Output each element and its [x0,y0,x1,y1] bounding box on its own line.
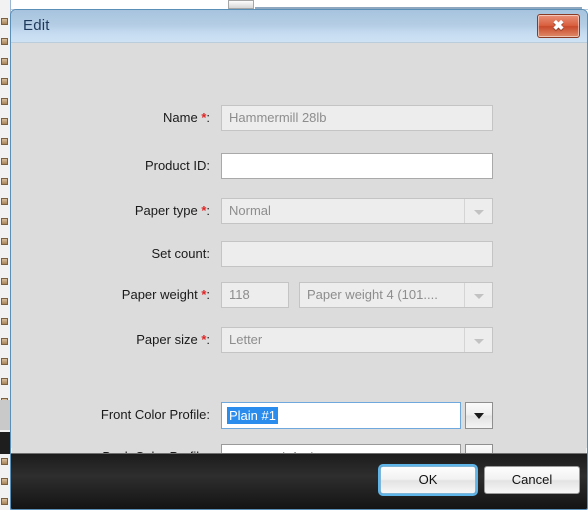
edit-dialog: Edit ✖ Name *: Hammermill 28lb Product I… [10,9,588,510]
form-row-paper-weight: Paper weight *: 118 Paper weight 4 (101.… [11,282,587,308]
background-list-icon [1,138,8,145]
dialog-body: Name *: Hammermill 28lb Product ID: Pape… [11,43,587,448]
form-row-front-color-profile: Front Color Profile: Plain #1 [11,402,587,428]
paper-weight-class-value: Paper weight 4 (101.... [307,283,462,307]
background-list-icon [1,78,8,85]
label-front-color-profile: Front Color Profile: [11,402,210,428]
paper-weight-input: 118 [221,282,289,308]
dialog-title: Edit [23,17,50,34]
background-list-icon [1,98,8,105]
background-scrollbar-thumb[interactable] [228,0,254,9]
label-set-count: Set count: [11,241,210,267]
form-row-paper-type: Paper type *: Normal [11,198,587,224]
close-x-icon: ✖ [538,17,579,34]
background-list-icon [1,318,8,325]
label-paper-size: Paper size *: [11,327,210,353]
front-color-profile-combobox[interactable]: Plain #1 [221,402,493,429]
label-paper-weight: Paper weight *: [11,282,210,308]
paper-type-combobox: Normal [221,198,493,224]
dialog-titlebar: Edit ✖ [11,10,587,43]
name-input: Hammermill 28lb [221,105,493,131]
background-dark-strip [0,432,10,454]
chevron-down-icon [464,199,492,223]
background-list-icon [1,18,8,25]
cancel-button[interactable]: Cancel [484,466,580,494]
background-list-icon [1,258,8,265]
background-list-icon [1,458,8,465]
background-list-icon [1,218,8,225]
form-row-paper-size: Paper size *: Letter [11,327,587,353]
product-id-input[interactable] [221,153,493,179]
label-product-id: Product ID: [11,153,210,179]
background-list-icon [1,178,8,185]
paper-size-combobox: Letter [221,327,493,353]
front-color-profile-value: Plain #1 [227,407,278,424]
background-list-icon [1,378,8,385]
background-list-icon [1,498,8,505]
label-name: Name *: [11,105,210,131]
close-button[interactable]: ✖ [537,14,580,38]
background-list-icon [1,478,8,485]
chevron-down-icon [464,283,492,307]
front-color-profile-dropdown-button[interactable] [465,402,493,429]
form-row-product-id: Product ID: [11,153,587,179]
background-list-icon [1,278,8,285]
paper-type-value: Normal [229,199,462,223]
front-color-profile-display[interactable]: Plain #1 [221,402,461,429]
background-list-icon [1,38,8,45]
background-list-icon [1,238,8,245]
background-list-icon [1,338,8,345]
label-paper-type: Paper type *: [11,198,210,224]
paper-weight-class-combobox: Paper weight 4 (101.... [299,282,493,308]
set-count-input [221,241,493,267]
dialog-footer: OK Cancel [11,453,587,509]
background-list-icon [1,118,8,125]
ok-button[interactable]: OK [380,466,476,494]
form-row-name: Name *: Hammermill 28lb [11,105,587,131]
background-panel [0,400,10,430]
background-list-icon [1,58,8,65]
background-list-icon [1,298,8,305]
background-list-icon [1,358,8,365]
form-row-set-count: Set count: [11,241,587,267]
paper-size-value: Letter [229,328,462,352]
background-list-icon [1,198,8,205]
chevron-down-icon [474,413,484,419]
background-list-icon [1,158,8,165]
chevron-down-icon [464,328,492,352]
